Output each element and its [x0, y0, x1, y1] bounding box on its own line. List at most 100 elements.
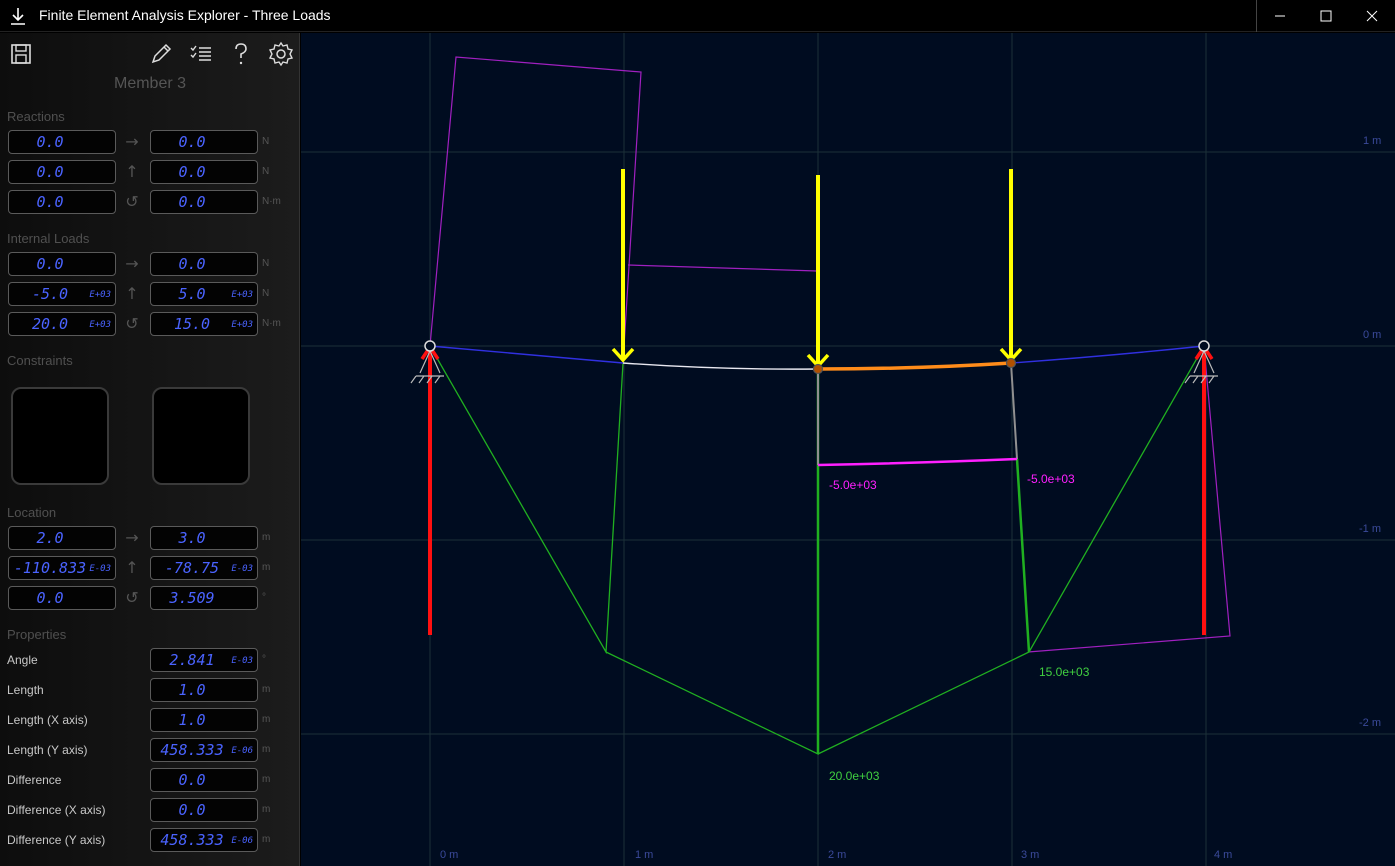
moment-label-center: 20.0e+03 [829, 769, 880, 783]
internal-load-end-1-exponent: E+03 [231, 290, 253, 300]
property-label-0: Angle [7, 653, 38, 667]
reaction-end-2[interactable]: 0.0 [150, 190, 258, 214]
reaction-end-1[interactable]: 0.0 [150, 160, 258, 184]
property-unit-6: m [262, 834, 271, 845]
location-unit-1: m [262, 562, 271, 573]
property-field-5-value: 0.0 [178, 801, 206, 819]
property-field-6-value: 458.333 [160, 831, 224, 849]
property-field-0[interactable]: 2.841 E-03 [150, 648, 258, 672]
y-axis-arrow-icon: ↑ [125, 284, 139, 303]
internal-load-end-1-value: 5.0 [178, 285, 206, 303]
internal-load-start-2[interactable]: 20.0 E+03 [8, 312, 116, 336]
maximize-icon [1320, 10, 1332, 22]
support-right-icon [1184, 350, 1218, 384]
minimize-button[interactable] [1257, 0, 1303, 32]
location-start-0-value: 2.0 [36, 529, 64, 547]
load-envelope-outline [429, 56, 642, 364]
location-end-0[interactable]: 3.0 [150, 526, 258, 550]
beam-diagram[interactable] [301, 33, 1395, 866]
internal-load-unit-1: N [262, 288, 270, 299]
property-unit-5: m [262, 804, 271, 815]
maximize-button[interactable] [1303, 0, 1349, 32]
internal-load-start-0[interactable]: 0.0 [8, 252, 116, 276]
envelope-inner-line [627, 264, 818, 272]
location-start-0[interactable]: 2.0 [8, 526, 116, 550]
member-1 [429, 345, 624, 364]
save-icon[interactable] [8, 41, 34, 67]
location-start-1-exponent: E-03 [89, 564, 111, 574]
internal-loads-label: Internal Loads [7, 231, 90, 246]
property-field-3[interactable]: 458.333 E-06 [150, 738, 258, 762]
constraint-end-box[interactable] [152, 387, 250, 485]
location-end-0-value: 3.0 [178, 529, 206, 547]
internal-load-end-2-exponent: E+03 [231, 320, 253, 330]
location-end-1[interactable]: -78.75 E-03 [150, 556, 258, 580]
location-start-1[interactable]: -110.833 E-03 [8, 556, 116, 580]
internal-load-end-2-value: 15.0 [173, 315, 211, 333]
member-4 [1010, 345, 1205, 364]
shear-diagram-line [817, 457, 1018, 467]
property-field-5[interactable]: 0.0 [150, 798, 258, 822]
node-3 [1005, 357, 1017, 369]
properties-panel: Member 3 Reactions 0.0 → 0.0 N 0.0 ↑ 0.0 N 0.0 ↺ 0… [0, 33, 300, 866]
reaction-start-2-value: 0.0 [36, 193, 64, 211]
property-field-6[interactable]: 458.333 E-06 [150, 828, 258, 852]
reaction-end-0[interactable]: 0.0 [150, 130, 258, 154]
reaction-start-0[interactable]: 0.0 [8, 130, 116, 154]
location-end-2[interactable]: 3.509 [150, 586, 258, 610]
constraints-label: Constraints [7, 353, 73, 368]
internal-load-end-0[interactable]: 0.0 [150, 252, 258, 276]
node-2 [812, 363, 824, 375]
internal-load-end-1[interactable]: 5.0 E+03 [150, 282, 258, 306]
support-left-icon [410, 350, 444, 384]
property-unit-4: m [262, 774, 271, 785]
help-icon[interactable] [228, 41, 254, 67]
window-title: Finite Element Analysis Explorer - Three… [39, 7, 331, 23]
property-unit-0: ° [262, 654, 266, 665]
member-title: Member 3 [113, 75, 187, 92]
property-field-0-value: 2.841 [169, 651, 215, 669]
internal-load-end-2[interactable]: 15.0 E+03 [150, 312, 258, 336]
reaction-unit-0: N [262, 136, 270, 147]
internal-load-start-1[interactable]: -5.0 E+03 [8, 282, 116, 306]
property-unit-3: m [262, 744, 271, 755]
y-axis-arrow-icon: ↑ [125, 162, 139, 181]
close-button[interactable] [1349, 0, 1395, 32]
moment-diagram-segment-2 [605, 369, 819, 756]
reaction-start-2[interactable]: 0.0 [8, 190, 116, 214]
property-label-1: Length [7, 683, 44, 697]
structure-canvas[interactable]: 0 m 1 m 2 m 3 m 4 m 1 m 0 m -1 m -2 m -5.0e+03 -5.… [301, 33, 1395, 866]
location-end-1-exponent: E-03 [231, 564, 253, 574]
constraint-start-box[interactable] [11, 387, 109, 485]
property-field-1[interactable]: 1.0 [150, 678, 258, 702]
edit-icon[interactable] [148, 41, 174, 67]
window-controls [1256, 0, 1395, 32]
title-bar: Finite Element Analysis Explorer - Three… [0, 0, 1395, 32]
y-axis-label-3: -2 m [1359, 717, 1381, 729]
settings-icon[interactable] [268, 41, 294, 67]
property-field-3-exponent: E-06 [231, 746, 253, 756]
reaction-start-1[interactable]: 0.0 [8, 160, 116, 184]
moment-diagram-segment-1 [429, 345, 624, 655]
x-axis-label-3: 3 m [1021, 849, 1040, 861]
member-3-selected [817, 361, 1012, 371]
internal-load-unit-2: N·m [262, 318, 281, 329]
property-field-2-value: 1.0 [178, 711, 206, 729]
internal-load-start-1-value: -5.0 [31, 285, 69, 303]
x-axis-label-2: 2 m [828, 849, 847, 861]
x-axis-label-4: 4 m [1214, 849, 1233, 861]
checklist-icon[interactable] [188, 41, 214, 67]
property-unit-1: m [262, 684, 271, 695]
property-field-3-value: 458.333 [160, 741, 224, 759]
property-field-4[interactable]: 0.0 [150, 768, 258, 792]
internal-load-start-2-exponent: E+03 [89, 320, 111, 330]
y-axis-arrow-icon: ↑ [125, 558, 139, 577]
reaction-unit-2: N·m [262, 196, 281, 207]
moment-diagram-segment-3 [817, 345, 1205, 755]
shear-label-end: -5.0e+03 [1027, 472, 1075, 486]
x-axis-label-1: 1 m [635, 849, 654, 861]
y-axis-label-2: -1 m [1359, 523, 1381, 535]
property-field-2[interactable]: 1.0 [150, 708, 258, 732]
location-start-2[interactable]: 0.0 [8, 586, 116, 610]
internal-load-start-2-value: 20.0 [31, 315, 69, 333]
